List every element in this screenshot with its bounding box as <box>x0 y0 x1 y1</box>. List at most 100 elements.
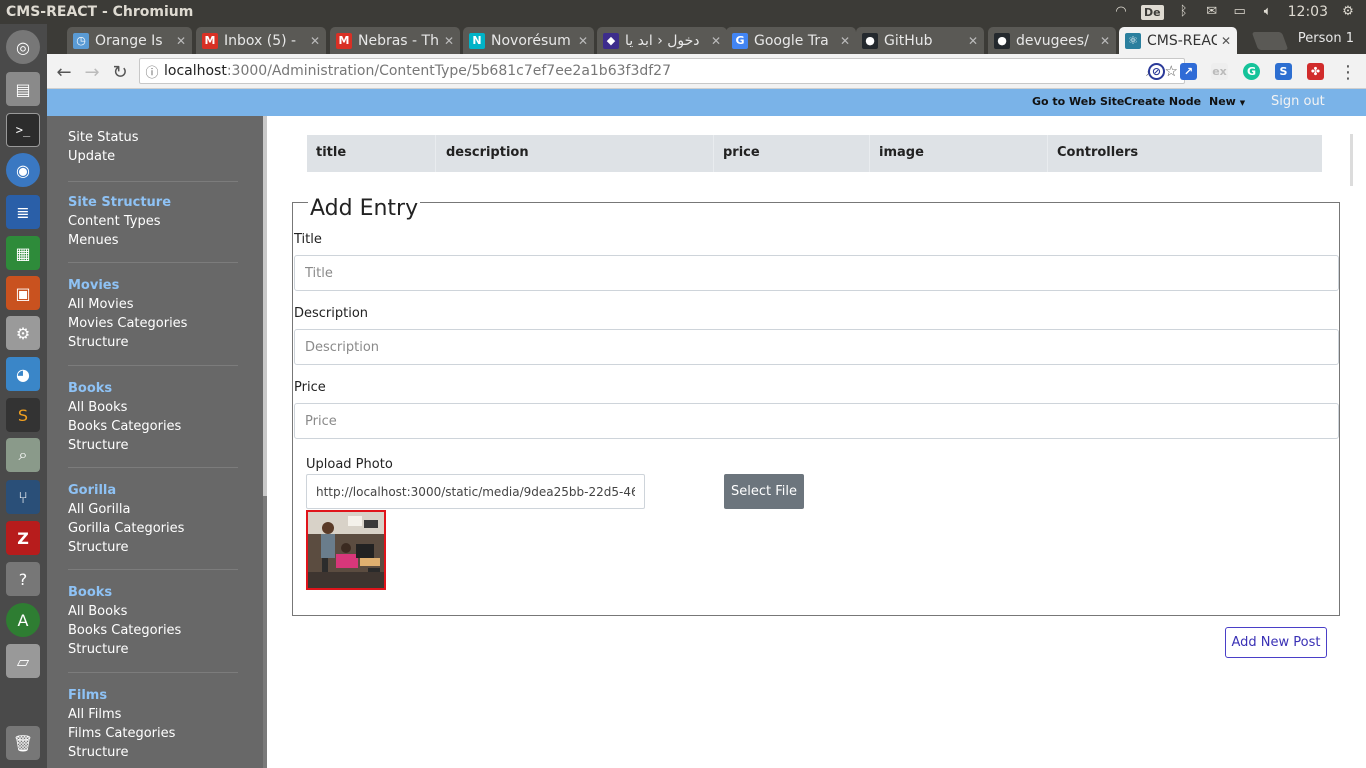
sidebar-item[interactable]: Structure <box>68 743 238 762</box>
new-tab-button[interactable] <box>1251 32 1289 50</box>
ex-extension-icon[interactable]: ex <box>1211 63 1228 80</box>
profile-button[interactable]: Person 1 <box>1298 31 1354 46</box>
browser-tab[interactable]: ◆ دخول ‹ ابد يا ✕ <box>597 27 727 54</box>
tab-label: CMS-REAC <box>1147 32 1217 49</box>
sidebar-item[interactable]: Books Categories <box>68 417 238 436</box>
writer-icon[interactable]: ≣ <box>6 195 40 229</box>
bluetooth-icon[interactable]: ᛒ <box>1176 5 1192 19</box>
back-arrow-icon[interactable]: ← <box>53 61 75 83</box>
browser-tab[interactable]: G Google Tra ✕ <box>726 27 856 54</box>
sidebar-item[interactable]: Structure <box>68 333 238 352</box>
upload-url-input[interactable] <box>306 474 645 509</box>
forward-arrow-icon[interactable]: → <box>81 61 103 83</box>
address-bar[interactable]: ⓘ localhost:3000/Administration/ContentT… <box>139 58 1185 84</box>
clock[interactable]: 12:03 <box>1288 4 1328 20</box>
open-link-extension-icon[interactable]: ↗ <box>1180 63 1197 80</box>
sidebar-item[interactable]: Films Categories <box>68 724 238 743</box>
tab-label: devugees/ <box>1016 32 1089 49</box>
add-new-post-button[interactable]: Add New Post <box>1225 627 1327 658</box>
sidebar-item[interactable]: Content Types <box>68 212 238 231</box>
browser-tab[interactable]: M Inbox (5) - ✕ <box>196 27 326 54</box>
uploaded-photo-thumbnail <box>306 510 386 590</box>
filezilla-icon[interactable]: Z <box>6 521 40 555</box>
terminal-icon[interactable]: >_ <box>6 113 40 147</box>
files-icon[interactable]: ▤ <box>6 72 40 106</box>
page-scrollbar[interactable] <box>1350 134 1353 186</box>
settings-gear-icon[interactable]: ⚙ <box>1340 5 1356 19</box>
bookmark-star-icon[interactable]: ☆ <box>1165 62 1178 80</box>
sidebar-divider <box>68 467 238 468</box>
sidebar-item[interactable]: Books Categories <box>68 621 238 640</box>
unknown-app-icon[interactable]: ? <box>6 562 40 596</box>
select-file-button[interactable]: Select File <box>724 474 804 509</box>
photo-image <box>308 512 384 588</box>
sidebar-item[interactable]: Update <box>68 147 238 166</box>
dash-home-icon[interactable]: ◎ <box>6 30 40 64</box>
sublime-text-icon[interactable]: S <box>6 398 40 432</box>
software-updater-icon[interactable]: A <box>6 603 40 637</box>
sidebar-section-heading: Movies <box>68 278 120 293</box>
browser-tab[interactable]: ◷ Orange Is ✕ <box>67 27 192 54</box>
browser-tab[interactable]: N Novorésum ✕ <box>463 27 594 54</box>
close-tab-icon[interactable]: ✕ <box>310 34 320 48</box>
description-input[interactable] <box>294 329 1339 365</box>
browser-tab[interactable]: ⚛ CMS-REAC ✕ <box>1119 27 1237 54</box>
sidebar-item[interactable]: Gorilla Categories <box>68 519 238 538</box>
sidebar-item[interactable]: Structure <box>68 538 238 557</box>
sidebar-item[interactable]: All Books <box>68 398 238 417</box>
sidebar-item[interactable]: All Films <box>68 705 238 724</box>
sidebar-item[interactable]: Movies Categories <box>68 314 238 333</box>
volume-icon[interactable]: 🔈︎ <box>1260 5 1276 19</box>
grammarly-icon[interactable]: G <box>1243 63 1260 80</box>
keyboard-layout-indicator[interactable]: De <box>1141 4 1164 20</box>
calc-icon[interactable]: ▦ <box>6 236 40 270</box>
price-input[interactable] <box>294 403 1339 439</box>
sidebar-item[interactable]: All Gorilla <box>68 500 238 519</box>
mail-icon[interactable]: ✉ <box>1204 5 1220 19</box>
chromium-icon[interactable]: ◉ <box>6 153 40 187</box>
close-tab-icon[interactable]: ✕ <box>968 34 978 48</box>
close-tab-icon[interactable]: ✕ <box>1100 34 1110 48</box>
sidebar-item[interactable]: All Books <box>68 602 238 621</box>
tab-label: Orange Is <box>95 32 163 49</box>
close-tab-icon[interactable]: ✕ <box>840 34 850 48</box>
trash-icon[interactable]: 🗑︎ <box>6 726 40 760</box>
sidebar-item[interactable]: All Movies <box>68 295 238 314</box>
new-dropdown[interactable]: New ▼ <box>1209 95 1245 108</box>
create-node-link[interactable]: Create Node <box>1124 95 1201 108</box>
sign-out-link[interactable]: Sign out <box>1271 94 1325 109</box>
sidebar-item[interactable]: Structure <box>68 436 238 455</box>
sidebar-item[interactable]: Menues <box>68 231 238 250</box>
title-input[interactable] <box>294 255 1339 291</box>
sidebar-item[interactable]: Site Status <box>68 128 238 147</box>
caret-down-icon: ▼ <box>1239 99 1246 107</box>
sidebar-section: Gorilla All Gorilla Gorilla Categories Stru… <box>68 481 238 557</box>
puzzle-extension-icon[interactable]: ✤ <box>1307 63 1324 80</box>
impress-icon[interactable]: ▣ <box>6 276 40 310</box>
browser-tab[interactable]: ● devugees/ ✕ <box>988 27 1116 54</box>
browser-tab[interactable]: ● GitHub ✕ <box>856 27 984 54</box>
disk-icon[interactable]: ▱ <box>6 644 40 678</box>
url-host: localhost <box>164 63 227 79</box>
go-to-web-site-link[interactable]: Go to Web Site <box>1032 95 1124 108</box>
mysql-workbench-icon[interactable]: ◕ <box>6 357 40 391</box>
git-client-icon[interactable]: ⑂ <box>6 480 40 514</box>
close-tab-icon[interactable]: ✕ <box>1221 34 1231 48</box>
s-extension-icon[interactable]: S <box>1275 63 1292 80</box>
close-tab-icon[interactable]: ✕ <box>444 34 454 48</box>
close-tab-icon[interactable]: ✕ <box>176 34 186 48</box>
system-settings-icon[interactable]: ⚙ <box>6 316 40 350</box>
google-translate-icon: G <box>732 32 748 49</box>
app-header: Go to Web Site Create Node New ▼ Sign ou… <box>47 89 1366 116</box>
image-viewer-icon[interactable]: ⌕ <box>6 438 40 472</box>
battery-icon[interactable]: ▭ <box>1232 5 1248 19</box>
sidebar-item[interactable]: Structure <box>68 640 238 659</box>
close-tab-icon[interactable]: ✕ <box>578 34 588 48</box>
browser-tab[interactable]: M Nebras - Th ✕ <box>330 27 460 54</box>
wifi-icon[interactable]: ◠ <box>1113 5 1129 19</box>
browser-menu-icon[interactable]: ⋮ <box>1337 61 1359 83</box>
close-tab-icon[interactable]: ✕ <box>711 34 721 48</box>
site-info-icon[interactable]: ⓘ <box>140 62 164 81</box>
reload-icon[interactable]: ↻ <box>109 61 131 83</box>
block-extension-icon[interactable]: ⊘ <box>1148 63 1165 80</box>
